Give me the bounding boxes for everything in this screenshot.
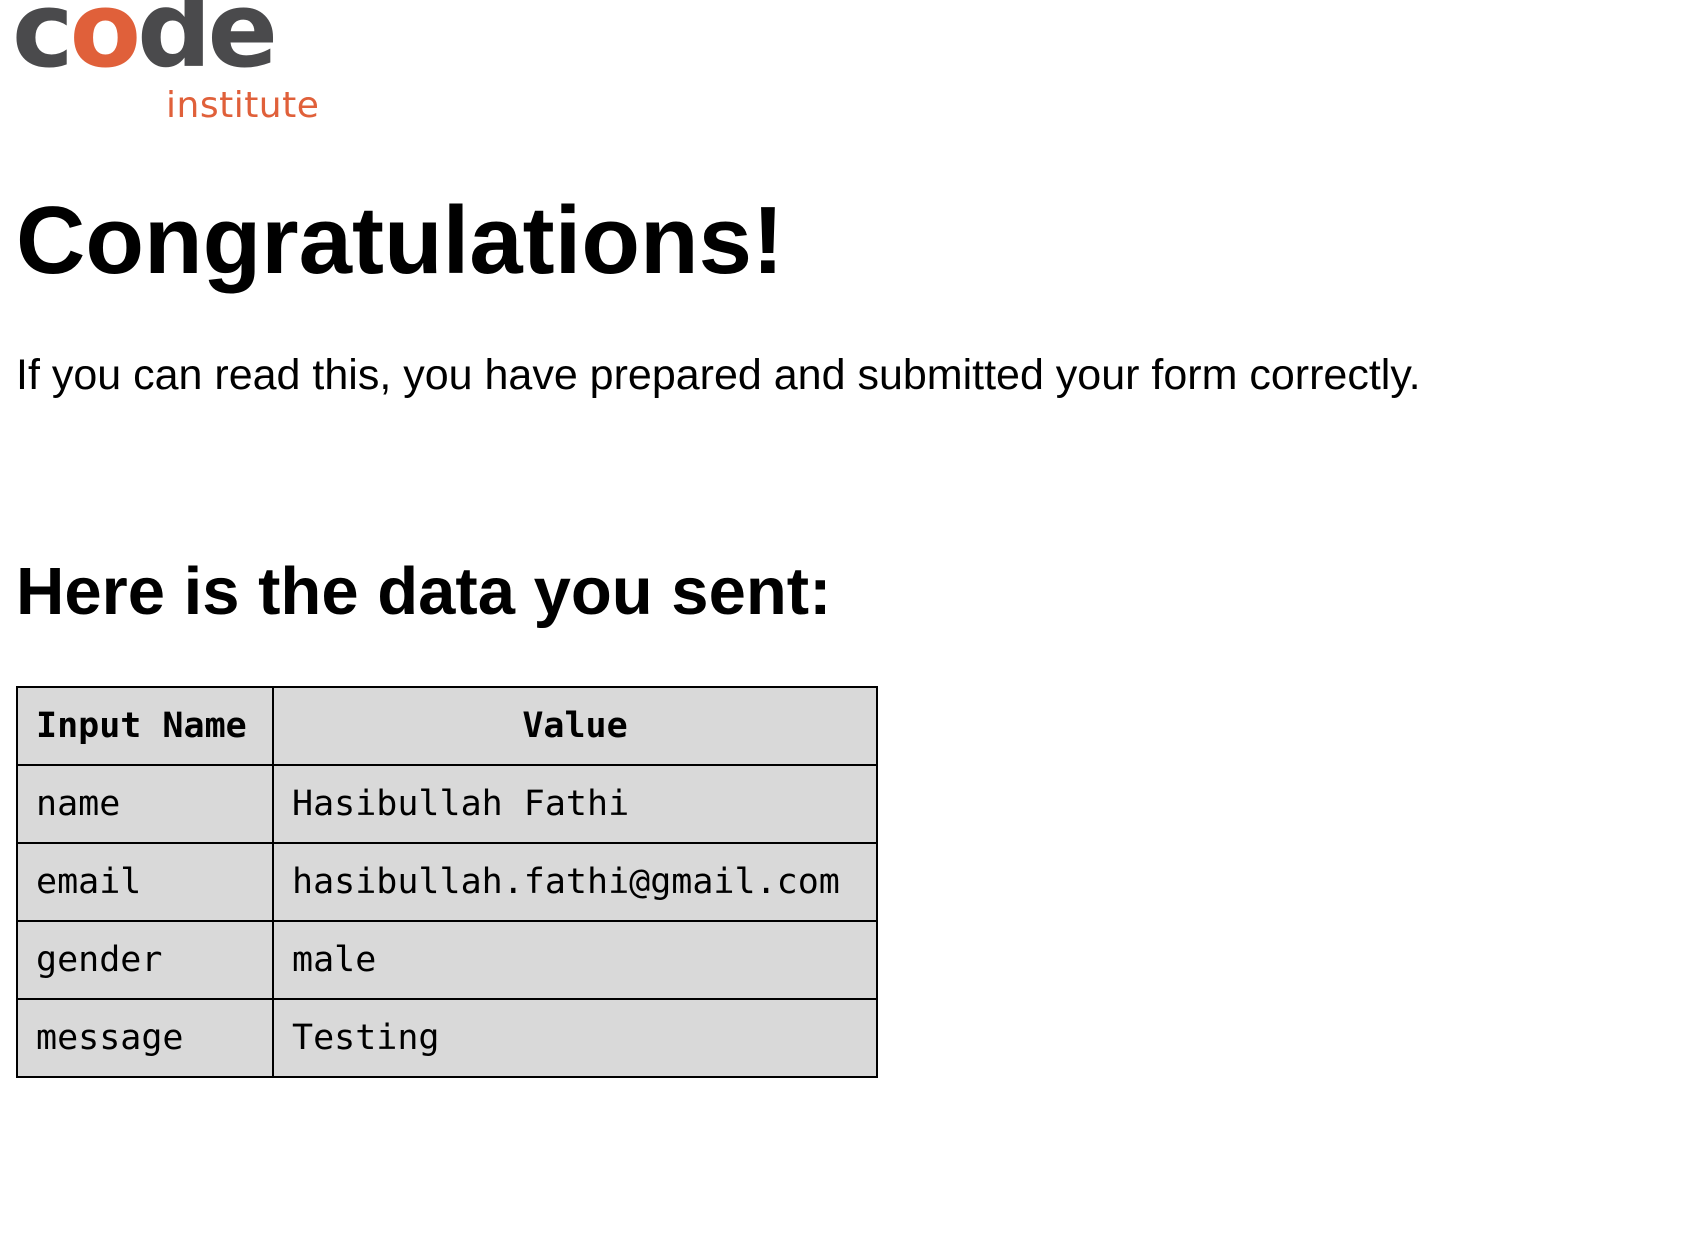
table-row: message Testing: [16, 998, 878, 1078]
table-header-row: Input Name Value: [16, 686, 878, 766]
logo-letters-de: de: [137, 0, 278, 91]
row-value: Testing: [272, 998, 878, 1078]
row-input-name: name: [16, 764, 274, 844]
table-row: gender male: [16, 920, 878, 1000]
logo-letter-c: c: [12, 0, 74, 91]
page-title: Congratulations!: [16, 187, 784, 294]
row-value: male: [272, 920, 878, 1000]
row-input-name: email: [16, 842, 274, 922]
logo-subtitle: institute: [166, 85, 320, 126]
header-value: Value: [272, 686, 878, 766]
submitted-data-table: Input Name Value name Hasibullah Fathi e…: [16, 686, 878, 1078]
table-row: name Hasibullah Fathi: [16, 764, 878, 844]
row-input-name: gender: [16, 920, 274, 1000]
logo-letter-o: o: [69, 0, 141, 91]
row-value: hasibullah.fathi@gmail.com: [272, 842, 878, 922]
row-value: Hasibullah Fathi: [272, 764, 878, 844]
table-row: email hasibullah.fathi@gmail.com: [16, 842, 878, 922]
row-input-name: message: [16, 998, 274, 1078]
intro-text: If you can read this, you have prepared …: [16, 351, 1421, 399]
section-heading: Here is the data you sent:: [16, 554, 832, 629]
header-input-name: Input Name: [16, 686, 274, 766]
code-institute-logo: code institute: [12, 0, 320, 140]
logo-wordmark: code: [12, 0, 278, 82]
